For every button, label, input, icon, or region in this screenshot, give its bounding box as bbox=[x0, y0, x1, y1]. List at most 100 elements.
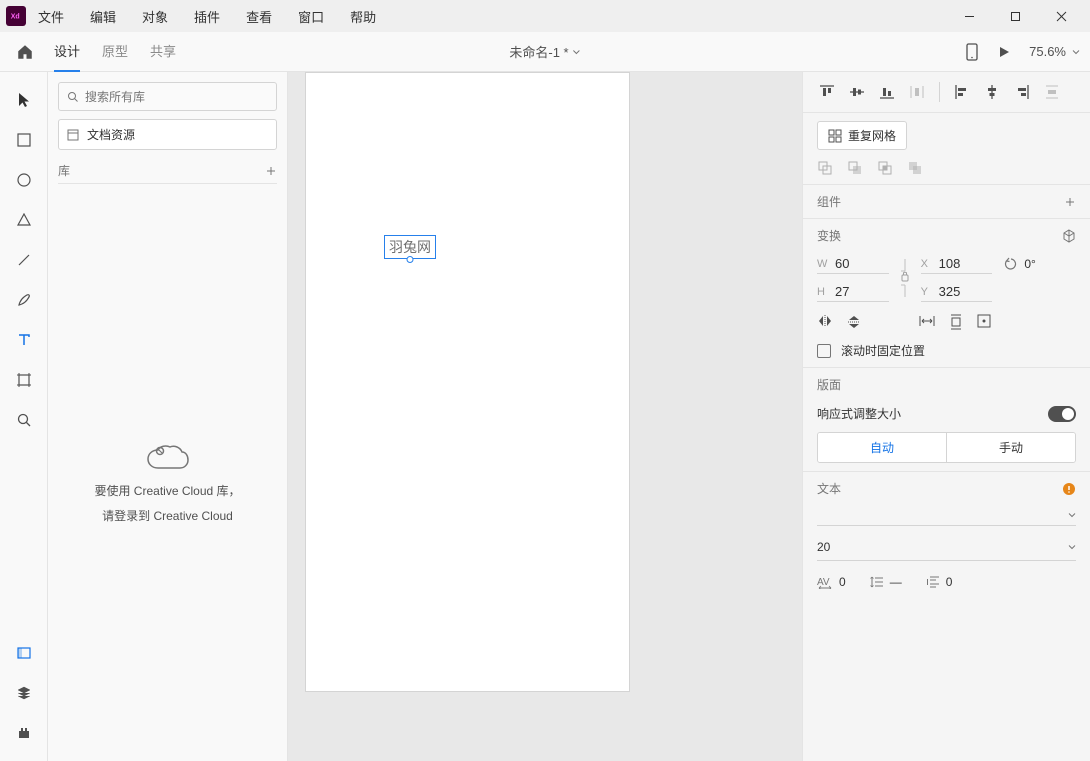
size-mode3-icon[interactable] bbox=[977, 314, 991, 328]
responsive-toggle[interactable] bbox=[1048, 406, 1076, 422]
layout-label: 版面 bbox=[817, 376, 841, 393]
menu-object[interactable]: 对象 bbox=[142, 7, 168, 26]
select-tool[interactable] bbox=[12, 88, 36, 112]
document-title-text: 未命名-1 * bbox=[509, 42, 568, 61]
scroll-fix-label: 滚动时固定位置 bbox=[841, 342, 925, 359]
creative-cloud-icon bbox=[146, 444, 190, 474]
menu-plugin[interactable]: 插件 bbox=[194, 7, 220, 26]
flip-vertical-icon[interactable] bbox=[847, 314, 861, 330]
char-spacing-icon: AV bbox=[817, 575, 833, 589]
lock-aspect[interactable] bbox=[901, 259, 909, 297]
align-top-icon[interactable] bbox=[817, 82, 837, 102]
manual-mode-button[interactable]: 手动 bbox=[947, 433, 1075, 462]
document-title[interactable]: 未命名-1 * bbox=[509, 42, 580, 61]
close-button[interactable] bbox=[1038, 0, 1084, 32]
para-spacing-field[interactable]: 0 bbox=[926, 575, 953, 589]
subtract-icon[interactable] bbox=[847, 160, 863, 176]
size-mode1-icon[interactable] bbox=[919, 314, 935, 328]
rotation-field[interactable]: 0° bbox=[1004, 257, 1076, 271]
selected-text-element[interactable]: 羽兔网 bbox=[384, 235, 436, 259]
document-icon bbox=[67, 129, 79, 141]
height-field[interactable]: H27 bbox=[817, 282, 889, 302]
ellipse-tool[interactable] bbox=[12, 168, 36, 192]
distribute-horizontal-icon[interactable] bbox=[1042, 82, 1062, 102]
menu-file[interactable]: 文件 bbox=[38, 7, 64, 26]
distribute-vertical-icon[interactable] bbox=[907, 82, 927, 102]
exclude-icon[interactable] bbox=[907, 160, 923, 176]
libraries-panel-button[interactable] bbox=[12, 641, 36, 665]
layers-panel-button[interactable] bbox=[12, 681, 36, 705]
menu-help[interactable]: 帮助 bbox=[350, 7, 376, 26]
line-tool[interactable] bbox=[12, 248, 36, 272]
tab-prototype[interactable]: 原型 bbox=[102, 31, 128, 72]
responsive-mode-segment: 自动 手动 bbox=[817, 432, 1076, 463]
cc-login-message: 要使用 Creative Cloud 库， 请登录到 Creative Clou… bbox=[48, 444, 287, 524]
intersect-icon[interactable] bbox=[877, 160, 893, 176]
component-section: 组件 bbox=[803, 185, 1090, 219]
menu-window[interactable]: 窗口 bbox=[298, 7, 324, 26]
tab-design[interactable]: 设计 bbox=[54, 31, 80, 72]
cc-message-line2: 请登录到 Creative Cloud bbox=[102, 507, 233, 524]
union-icon[interactable] bbox=[817, 160, 833, 176]
cube-icon[interactable] bbox=[1062, 229, 1076, 243]
zoom-tool[interactable] bbox=[12, 408, 36, 432]
home-button[interactable] bbox=[10, 43, 40, 61]
library-label: 库 bbox=[58, 162, 70, 179]
play-button[interactable] bbox=[997, 45, 1011, 59]
text-section-label: 文本 bbox=[817, 480, 841, 497]
library-row[interactable]: 库 bbox=[58, 158, 277, 184]
grid-icon bbox=[828, 129, 842, 143]
plus-icon[interactable] bbox=[265, 165, 277, 177]
rotation-value: 0° bbox=[1024, 257, 1035, 271]
maximize-button[interactable] bbox=[992, 0, 1038, 32]
search-placeholder: 搜索所有库 bbox=[85, 88, 145, 105]
line-spacing-value: — bbox=[890, 575, 902, 589]
device-preview-button[interactable] bbox=[965, 43, 979, 61]
scroll-fix-checkbox[interactable]: 滚动时固定位置 bbox=[817, 342, 1076, 359]
main-menu: 文件 编辑 对象 插件 查看 窗口 帮助 bbox=[38, 7, 376, 26]
zoom-value: 75.6% bbox=[1029, 44, 1066, 59]
text-tool[interactable] bbox=[12, 328, 36, 352]
document-resources[interactable]: 文档资源 bbox=[58, 119, 277, 150]
repeat-grid-button[interactable]: 重复网格 bbox=[817, 121, 907, 150]
canvas[interactable]: 羽兔网 bbox=[288, 72, 802, 761]
align-bottom-icon[interactable] bbox=[877, 82, 897, 102]
pen-tool[interactable] bbox=[12, 288, 36, 312]
flip-horizontal-icon[interactable] bbox=[817, 314, 833, 328]
menu-edit[interactable]: 编辑 bbox=[90, 7, 116, 26]
align-hcenter-icon[interactable] bbox=[982, 82, 1002, 102]
rectangle-tool[interactable] bbox=[12, 128, 36, 152]
artboard[interactable]: 羽兔网 bbox=[305, 72, 630, 692]
window-buttons bbox=[946, 0, 1084, 32]
y-field[interactable]: Y325 bbox=[921, 282, 993, 302]
tab-share[interactable]: 共享 bbox=[150, 31, 176, 72]
line-spacing-icon bbox=[870, 575, 884, 589]
font-size-value: 20 bbox=[817, 540, 830, 554]
plus-icon[interactable] bbox=[1064, 196, 1076, 208]
font-family-select[interactable] bbox=[817, 505, 1076, 526]
artboard-tool[interactable] bbox=[12, 368, 36, 392]
mode-tabs: 设计 原型 共享 bbox=[54, 31, 176, 72]
width-field[interactable]: W60 bbox=[817, 254, 889, 274]
para-spacing-icon bbox=[926, 575, 940, 589]
warning-icon bbox=[1062, 482, 1076, 496]
font-size-select[interactable]: 20 bbox=[817, 534, 1076, 561]
text-spacing-row: AV 0 — 0 bbox=[817, 575, 1076, 589]
align-left-icon[interactable] bbox=[952, 82, 972, 102]
plugins-panel-button[interactable] bbox=[12, 721, 36, 745]
boolean-ops bbox=[817, 160, 1076, 176]
char-spacing-field[interactable]: AV 0 bbox=[817, 575, 846, 589]
align-vcenter-icon[interactable] bbox=[847, 82, 867, 102]
menu-view[interactable]: 查看 bbox=[246, 7, 272, 26]
transform-label: 变换 bbox=[817, 227, 841, 244]
x-field[interactable]: X108 bbox=[921, 254, 993, 274]
size-mode2-icon[interactable] bbox=[949, 314, 963, 330]
chevron-down-icon bbox=[1072, 48, 1080, 56]
auto-mode-button[interactable]: 自动 bbox=[818, 433, 947, 462]
polygon-tool[interactable] bbox=[12, 208, 36, 232]
zoom-dropdown[interactable]: 75.6% bbox=[1029, 44, 1080, 59]
align-right-icon[interactable] bbox=[1012, 82, 1032, 102]
library-search[interactable]: 搜索所有库 bbox=[58, 82, 277, 111]
line-spacing-field[interactable]: — bbox=[870, 575, 902, 589]
minimize-button[interactable] bbox=[946, 0, 992, 32]
